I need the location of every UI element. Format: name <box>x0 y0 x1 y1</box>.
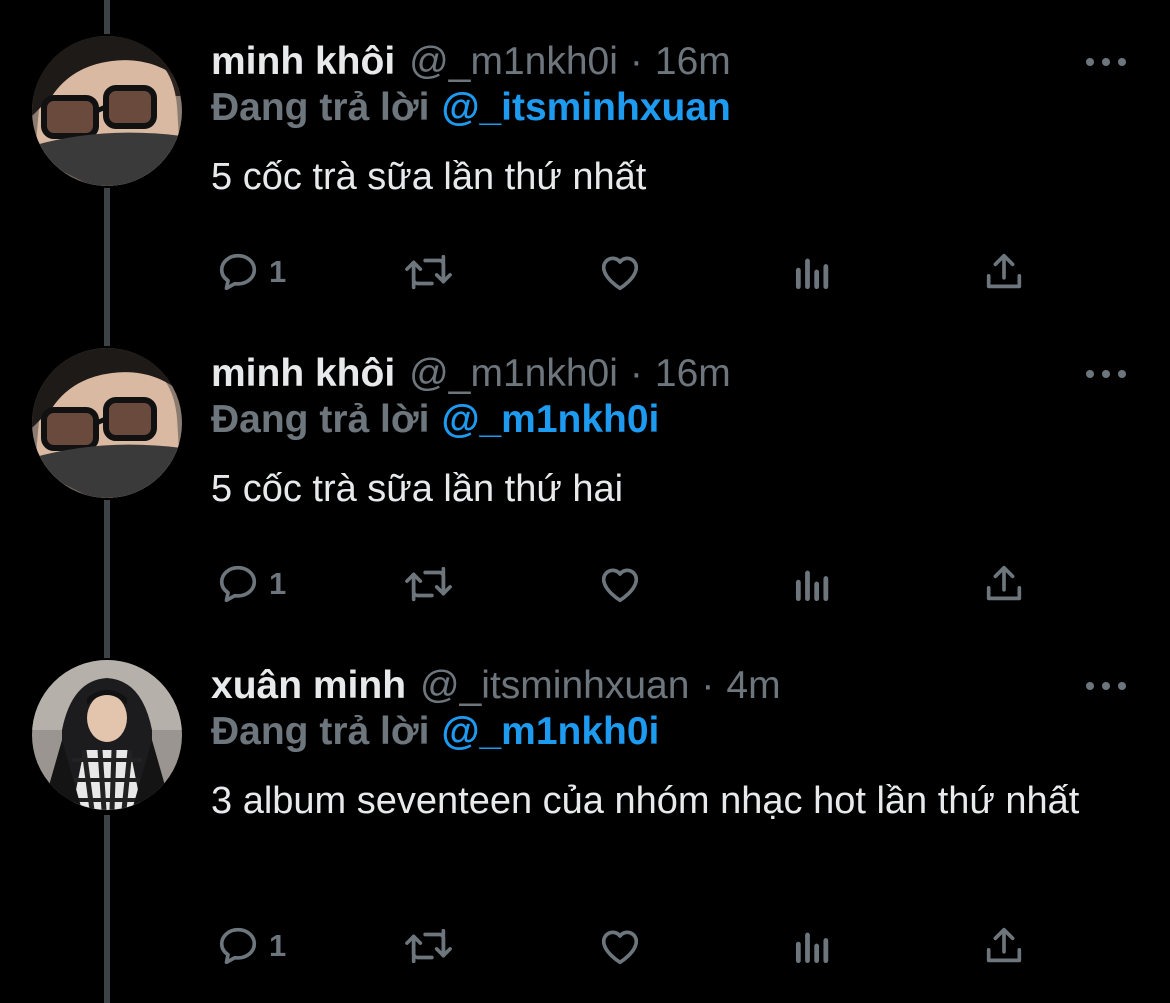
avatar-minh-khoi-icon <box>32 348 182 498</box>
tweet-actions: 1 <box>211 559 1041 609</box>
reply-button[interactable]: 1 <box>215 921 286 971</box>
share-icon <box>986 927 1022 963</box>
timestamp[interactable]: 16m <box>655 40 731 84</box>
reply-icon <box>219 253 257 291</box>
reply-icon <box>219 927 257 965</box>
reply-context: Đang trả lời @_m1nkh0i <box>211 398 659 442</box>
reply-target-link[interactable]: @_itsminhxuan <box>441 86 730 129</box>
share-icon <box>986 253 1022 289</box>
analytics-icon <box>795 932 829 964</box>
like-icon <box>601 930 639 965</box>
avatar-minh-khoi-icon <box>32 36 182 186</box>
reply-icon <box>219 565 257 603</box>
retweet-button[interactable] <box>401 921 457 971</box>
more-icon[interactable] <box>1086 366 1126 382</box>
like-button[interactable] <box>596 921 644 971</box>
analytics-icon <box>795 570 829 602</box>
retweet-icon <box>405 566 452 602</box>
retweet-icon <box>405 254 452 290</box>
user-handle[interactable]: @_m1nkh0i <box>409 352 618 396</box>
more-icon[interactable] <box>1086 678 1126 694</box>
reply-prefix: Đang trả lời <box>211 398 430 441</box>
tweet[interactable]: xuân minh @_itsminhxuan · 4m Đang trả lờ… <box>0 658 1170 1003</box>
share-button[interactable] <box>981 921 1027 971</box>
retweet-icon <box>405 928 452 964</box>
tweet-header: minh khôi @_m1nkh0i · 16m <box>211 346 731 402</box>
reply-prefix: Đang trả lời <box>211 710 430 753</box>
timestamp[interactable]: 4m <box>726 664 780 708</box>
separator-dot: · <box>629 40 643 83</box>
avatar[interactable] <box>30 34 184 188</box>
reply-count: 1 <box>269 566 287 601</box>
reply-context: Đang trả lời @_m1nkh0i <box>211 710 659 754</box>
share-icon <box>986 565 1022 601</box>
analytics-button[interactable] <box>791 559 835 609</box>
tweet-actions: 1 <box>211 921 1041 971</box>
more-icon[interactable] <box>1086 54 1126 70</box>
tweet-text: 5 cốc trà sữa lần thứ hai <box>211 468 624 510</box>
tweet[interactable]: minh khôi @_m1nkh0i · 16m Đang trả lời @_… <box>0 34 1170 334</box>
separator-dot: · <box>629 352 643 395</box>
analytics-button[interactable] <box>791 247 835 297</box>
avatar[interactable] <box>30 658 184 812</box>
timestamp[interactable]: 16m <box>655 352 731 396</box>
tweet[interactable]: minh khôi @_m1nkh0i · 16m Đang trả lời @_… <box>0 346 1170 646</box>
like-icon <box>601 256 639 291</box>
reply-target-link[interactable]: @_m1nkh0i <box>441 710 659 753</box>
retweet-button[interactable] <box>401 559 457 609</box>
avatar[interactable] <box>30 346 184 500</box>
tweet-actions: 1 <box>211 247 1041 297</box>
analytics-button[interactable] <box>791 921 835 971</box>
share-button[interactable] <box>981 247 1027 297</box>
reply-context: Đang trả lời @_itsminhxuan <box>211 86 731 130</box>
avatar-xuan-minh-icon <box>32 660 182 810</box>
thread-line <box>104 0 110 38</box>
tweet-text: 5 cốc trà sữa lần thứ nhất <box>211 156 647 198</box>
retweet-button[interactable] <box>401 247 457 297</box>
user-handle[interactable]: @_m1nkh0i <box>409 40 618 84</box>
reply-button[interactable]: 1 <box>215 559 286 609</box>
tweet-text: 3 album seventeen của nhóm nhạc hot lần … <box>211 780 1080 822</box>
display-name[interactable]: minh khôi <box>211 40 395 84</box>
separator-dot: · <box>701 664 715 707</box>
analytics-icon <box>795 258 829 290</box>
display-name[interactable]: xuân minh <box>211 664 406 708</box>
like-button[interactable] <box>596 559 644 609</box>
tweet-header: xuân minh @_itsminhxuan · 4m <box>211 658 781 714</box>
like-icon <box>601 568 639 603</box>
reply-count: 1 <box>269 254 287 289</box>
reply-target-link[interactable]: @_m1nkh0i <box>441 398 659 441</box>
reply-prefix: Đang trả lời <box>211 86 430 129</box>
user-handle[interactable]: @_itsminhxuan <box>420 664 689 708</box>
display-name[interactable]: minh khôi <box>211 352 395 396</box>
tweet-header: minh khôi @_m1nkh0i · 16m <box>211 34 731 90</box>
share-button[interactable] <box>981 559 1027 609</box>
reply-button[interactable]: 1 <box>215 247 286 297</box>
reply-count: 1 <box>269 928 287 963</box>
like-button[interactable] <box>596 247 644 297</box>
